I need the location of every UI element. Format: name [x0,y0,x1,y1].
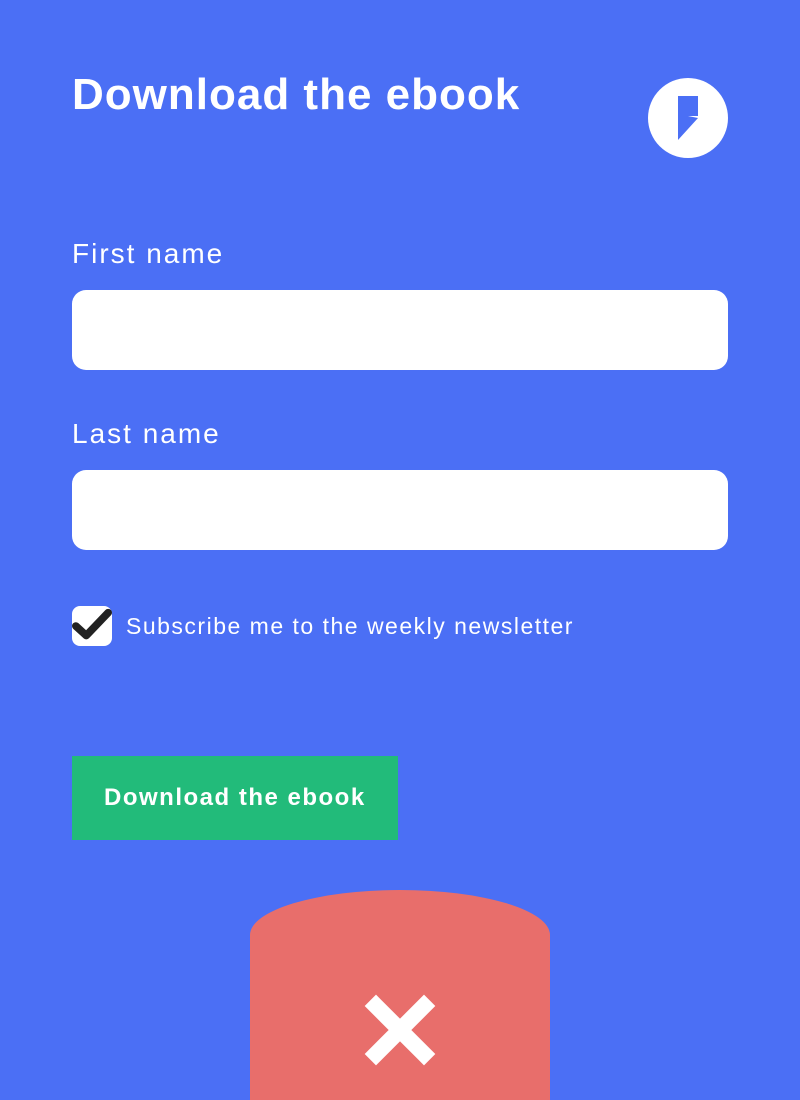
form-header: Download the ebook [72,70,728,158]
error-badge [250,935,550,1100]
first-name-label: First name [72,238,728,270]
newsletter-checkbox[interactable] [72,606,112,646]
brand-logo [648,78,728,158]
newsletter-label: Subscribe me to the weekly newsletter [126,613,574,640]
close-icon [362,992,438,1068]
page-title: Download the ebook [72,70,520,120]
newsletter-row: Subscribe me to the weekly newsletter [72,606,728,646]
download-button[interactable]: Download the ebook [72,756,398,840]
last-name-group: Last name [72,418,728,550]
first-name-input[interactable] [72,290,728,370]
first-name-group: First name [72,238,728,370]
last-name-input[interactable] [72,470,728,550]
bolt-icon [668,94,708,142]
last-name-label: Last name [72,418,728,450]
check-icon [72,608,112,644]
